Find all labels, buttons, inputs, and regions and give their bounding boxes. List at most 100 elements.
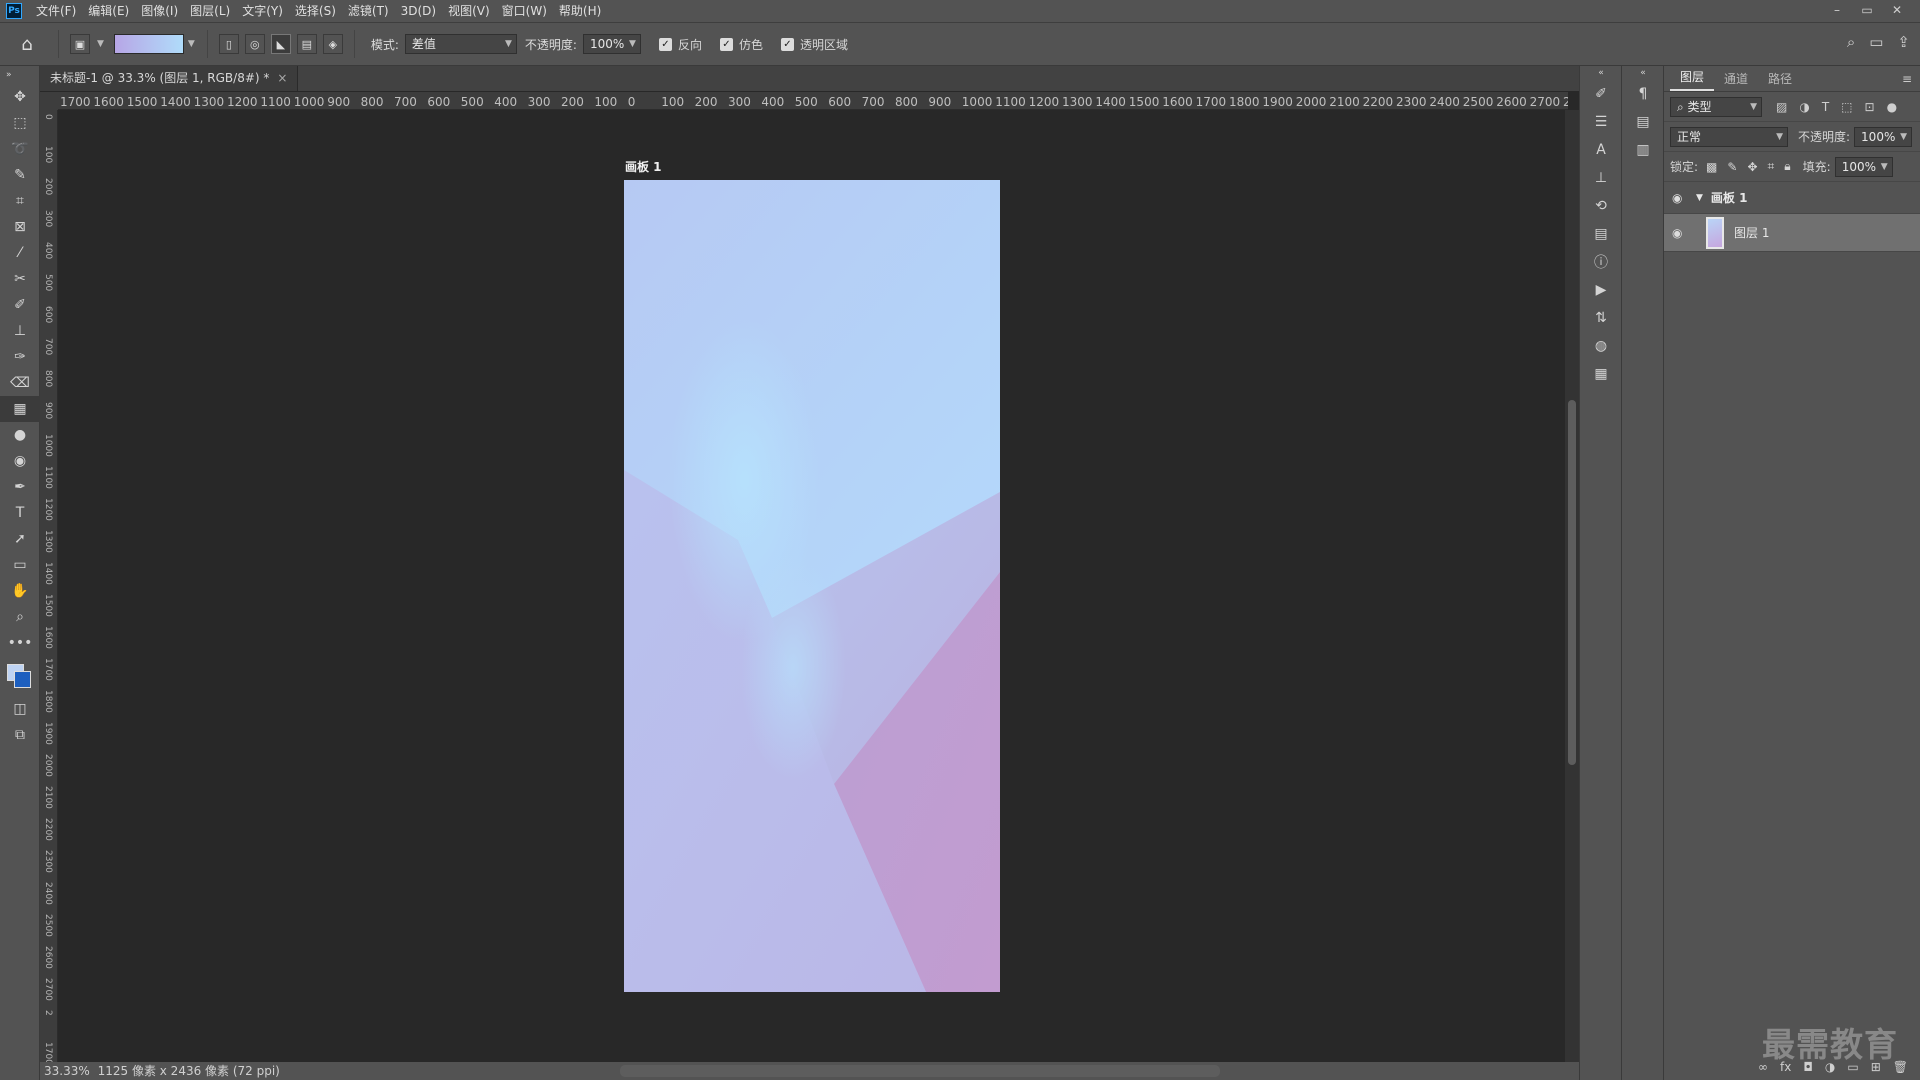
marquee-tool-icon[interactable]: ⬚	[0, 110, 40, 136]
pen-tool-icon[interactable]: ✒	[0, 474, 40, 500]
lock-transparent-icon[interactable]: ▩	[1706, 160, 1717, 174]
workspace-icon[interactable]: ▭	[1869, 33, 1883, 51]
lock-paint-icon[interactable]: ✎	[1727, 160, 1737, 174]
smart-object-filter-icon[interactable]: ⊡	[1865, 100, 1875, 114]
stamp-tool-icon[interactable]: ⊥	[0, 318, 40, 344]
dither-checkbox[interactable]: ✓ 仿色	[719, 36, 763, 53]
menu-3d[interactable]: 3D(D)	[395, 0, 442, 22]
screen-mode-icon[interactable]: ⧉	[0, 722, 40, 748]
character-icon[interactable]: A	[1580, 136, 1622, 164]
rectangle-tool-icon[interactable]: ▭	[0, 552, 40, 578]
menu-view[interactable]: 视图(V)	[442, 0, 496, 22]
layer-opacity-field[interactable]: 100% ▼	[1854, 126, 1913, 147]
vertical-ruler[interactable]: 0 100 200 300 400 500 600 700 800 900 1000 1100 1200…	[40, 110, 58, 1066]
properties-icon[interactable]: ⇅	[1580, 304, 1622, 332]
artboard-label[interactable]: 画板 1	[625, 158, 662, 175]
shape-filter-icon[interactable]: ⬚	[1841, 100, 1852, 114]
menu-filter[interactable]: 滤镜(T)	[342, 0, 395, 22]
menu-edit[interactable]: 编辑(E)	[82, 0, 135, 22]
opacity-field[interactable]: 100% ▼	[582, 34, 641, 54]
pixel-filter-icon[interactable]: ▨	[1776, 100, 1787, 114]
menu-type[interactable]: 文字(Y)	[236, 0, 289, 22]
eye-icon[interactable]: ◉	[1672, 226, 1692, 240]
actions-icon[interactable]: ▶	[1580, 276, 1622, 304]
hand-tool-icon[interactable]: ✋	[0, 578, 40, 604]
transparency-checkbox[interactable]: ✓ 透明区域	[780, 36, 848, 53]
search-icon[interactable]: ⌕	[1847, 33, 1855, 51]
lasso-tool-icon[interactable]: ➰	[0, 136, 40, 162]
tab-layers[interactable]: 图层	[1670, 65, 1715, 91]
reverse-checkbox[interactable]: ✓ 反向	[658, 36, 702, 53]
horizontal-ruler[interactable]: 1700 1600 1500 1400 1300 1200 1100 1000 900 800 70…	[58, 92, 1568, 110]
eyedropper-tool-icon[interactable]: ⁄	[0, 240, 40, 266]
move-tool-icon[interactable]: ✥	[0, 84, 40, 110]
panel-menu-icon[interactable]: ≡	[1902, 72, 1912, 86]
paragraph-icon[interactable]: ¶	[1622, 80, 1664, 108]
adjustment-filter-icon[interactable]: ◑	[1799, 100, 1809, 114]
gradient-tool-icon[interactable]: ▦	[0, 396, 40, 422]
color-swatches[interactable]	[0, 656, 40, 696]
vertical-scrollbar[interactable]	[1565, 110, 1579, 1066]
layer-row[interactable]: ◉ 图层 1	[1664, 214, 1920, 252]
type-tool-icon[interactable]: T	[0, 500, 40, 526]
filter-toggle-icon[interactable]: ●	[1887, 100, 1897, 114]
background-color-swatch[interactable]	[14, 671, 31, 688]
zoom-level[interactable]: 33.33%	[44, 1064, 90, 1078]
libraries-icon[interactable]: ▤	[1580, 220, 1622, 248]
menu-file[interactable]: 文件(F)	[30, 0, 82, 22]
share-icon[interactable]: ⇪	[1897, 33, 1910, 51]
layer-filter-select[interactable]: ⌕ 类型 ▼	[1670, 96, 1762, 117]
brush-settings-icon[interactable]: ✐	[1580, 80, 1622, 108]
brush-tool-icon[interactable]: ✐	[0, 292, 40, 318]
collapse-chevron-icon[interactable]: »	[0, 66, 40, 84]
fill-field[interactable]: 100% ▼	[1834, 156, 1893, 177]
close-button[interactable]: ✕	[1882, 0, 1912, 22]
frame-tool-icon[interactable]: ⊠	[0, 214, 40, 240]
dodge-tool-icon[interactable]: ◉	[0, 448, 40, 474]
notes-icon[interactable]: ▥	[1622, 136, 1664, 164]
minimize-button[interactable]: –	[1822, 0, 1852, 22]
menu-image[interactable]: 图像(I)	[135, 0, 184, 22]
document-info[interactable]: 1125 像素 x 2436 像素 (72 ppi)	[98, 1064, 280, 1078]
healing-tool-icon[interactable]: ✂	[0, 266, 40, 292]
glyphs-icon[interactable]: ▤	[1622, 108, 1664, 136]
lock-position-icon[interactable]: ✥	[1747, 160, 1757, 174]
table-icon[interactable]: ▦	[1580, 360, 1622, 388]
collapse-chevron-icon[interactable]: «	[1622, 66, 1664, 80]
zoom-tool-icon[interactable]: ⌕	[0, 604, 40, 630]
tab-channels[interactable]: 通道	[1714, 67, 1758, 91]
close-icon[interactable]: ×	[277, 71, 287, 85]
path-select-tool-icon[interactable]: ➚	[0, 526, 40, 552]
menu-window[interactable]: 窗口(W)	[496, 0, 553, 22]
tab-paths[interactable]: 路径	[1758, 67, 1802, 91]
mode-select[interactable]: 差值 ▼	[404, 34, 517, 54]
blur-tool-icon[interactable]: ●	[0, 422, 40, 448]
lock-all-icon[interactable]: 🔒︎	[1784, 159, 1790, 174]
diamond-gradient-icon[interactable]: ◈	[322, 34, 343, 54]
type-filter-icon[interactable]: T	[1822, 100, 1829, 114]
crop-tool-icon[interactable]: ⌗	[0, 188, 40, 214]
artboard-canvas[interactable]	[624, 180, 1000, 992]
angle-gradient-icon[interactable]: ◣	[270, 34, 291, 54]
3d-icon[interactable]: ◍	[1580, 332, 1622, 360]
menu-layer[interactable]: 图层(L)	[184, 0, 236, 22]
quick-mask-icon[interactable]: ◫	[0, 696, 40, 722]
gradient-picker-chevron-icon[interactable]: ▼	[188, 39, 195, 49]
document-tab[interactable]: 未标题-1 @ 33.3% (图层 1, RGB/8#) * ×	[40, 66, 299, 91]
eye-icon[interactable]: ◉	[1672, 191, 1692, 205]
scrollbar-thumb[interactable]	[1568, 400, 1576, 765]
gradient-preset-swatch[interactable]	[113, 34, 184, 54]
menu-select[interactable]: 选择(S)	[289, 0, 342, 22]
history-icon[interactable]: ⟲	[1580, 192, 1622, 220]
tool-preset-icon[interactable]: ▣	[70, 34, 90, 54]
chevron-down-icon[interactable]: ▼	[1696, 193, 1703, 203]
layer-group-row[interactable]: ◉ ▼ 画板 1	[1664, 182, 1920, 214]
radial-gradient-icon[interactable]: ◎	[244, 34, 265, 54]
more-tools-icon[interactable]: •••	[0, 630, 40, 656]
quick-select-tool-icon[interactable]: ✎	[0, 162, 40, 188]
linear-gradient-icon[interactable]: ▯	[218, 34, 239, 54]
blend-mode-select[interactable]: 正常 ▼	[1670, 126, 1788, 147]
lock-artboard-icon[interactable]: ⌗	[1768, 159, 1775, 174]
collapse-chevron-icon[interactable]: «	[1580, 66, 1622, 80]
eraser-tool-icon[interactable]: ⌫	[0, 370, 40, 396]
